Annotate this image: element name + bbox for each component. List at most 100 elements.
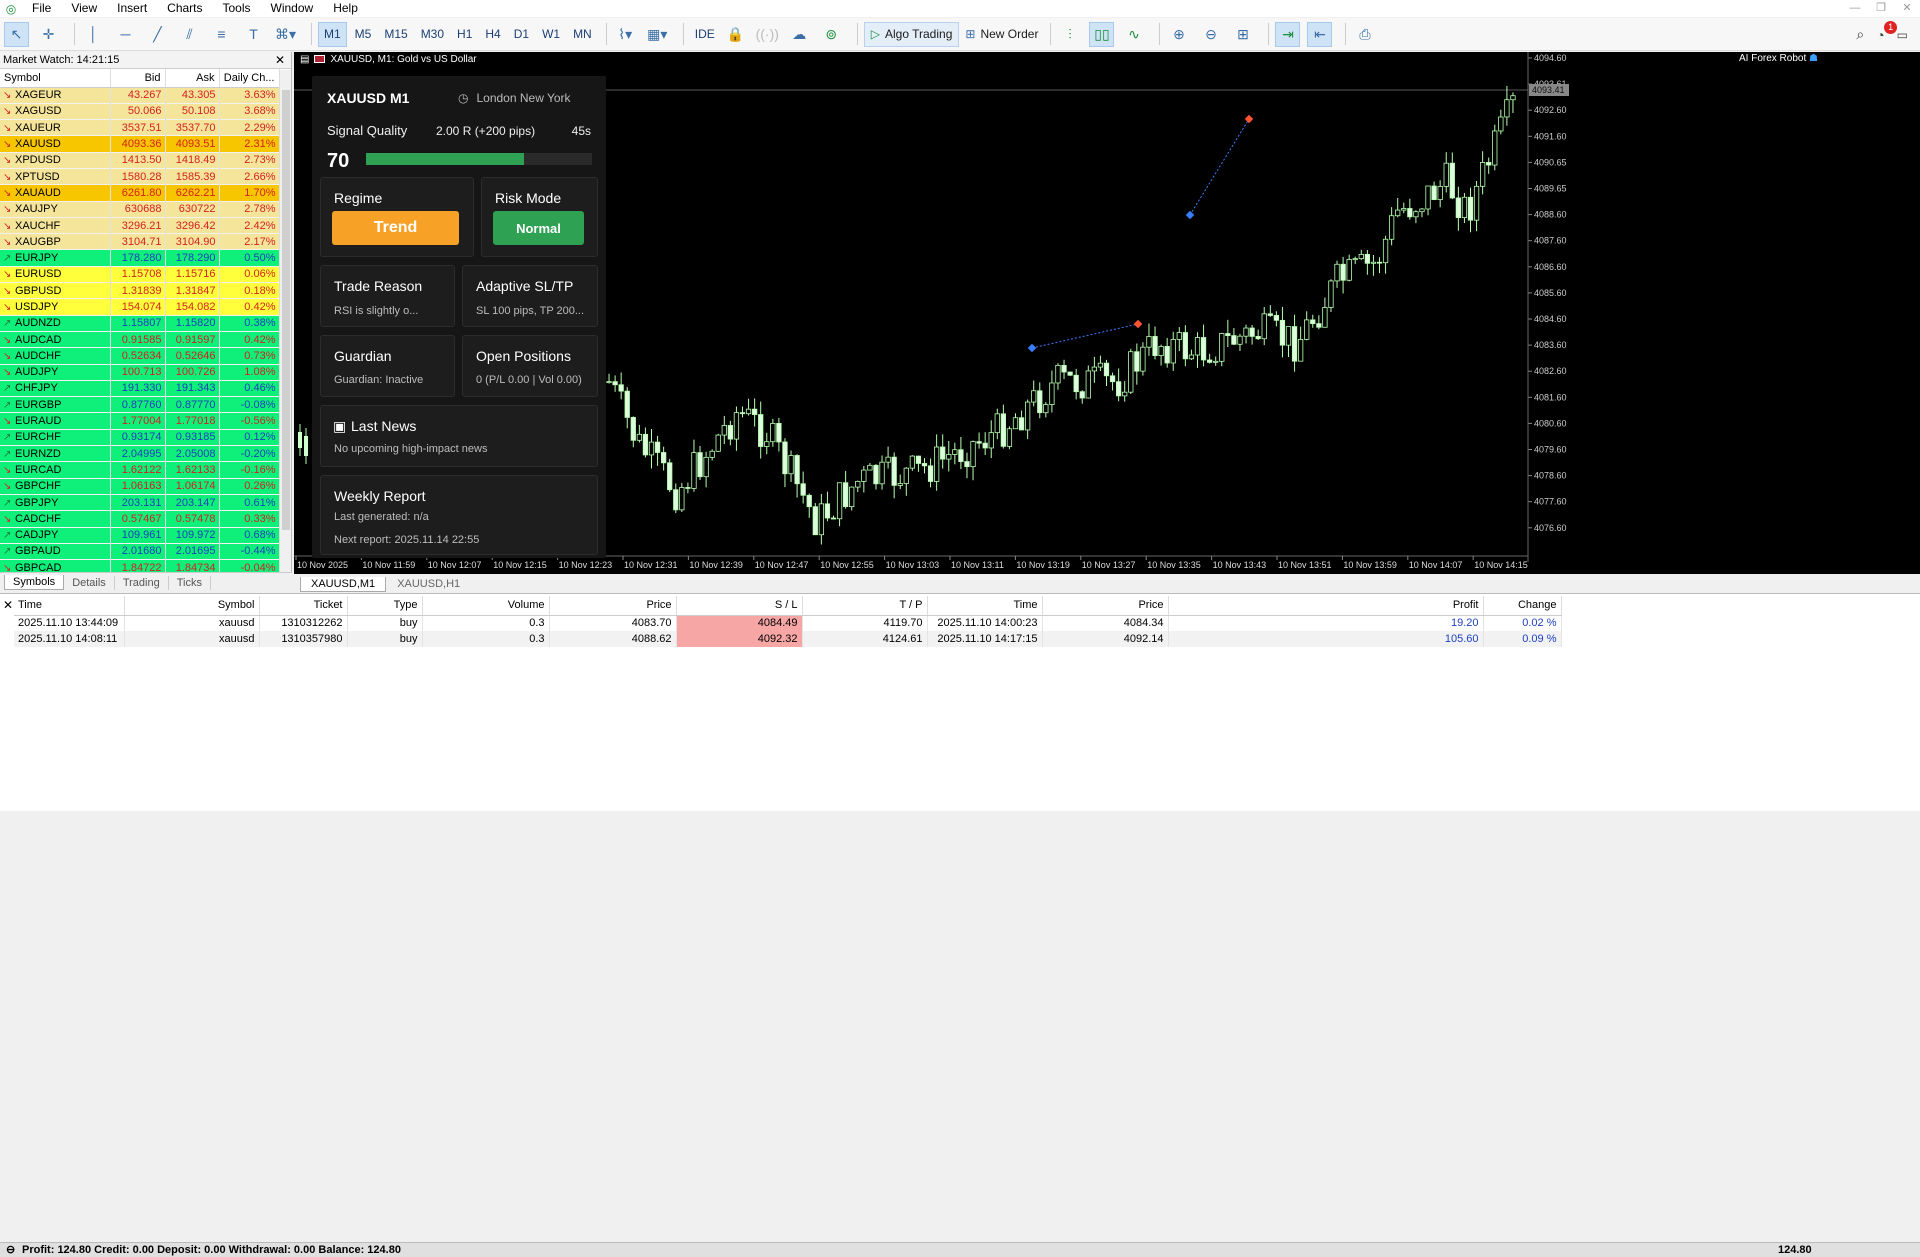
cursor-icon[interactable]: ↖ [4,21,29,47]
channel-icon[interactable]: ⫽ [177,22,202,47]
trade-col-8[interactable]: Time [927,596,1043,616]
market-watch-row[interactable]: ↘ EURCAD 1.62122 1.62133 -0.16% [0,461,280,479]
timeframe-mn[interactable]: MN [568,22,597,47]
restore-icon[interactable]: ❐ [1868,0,1894,17]
new-order-button[interactable]: ⊞ New Order [959,22,1044,47]
trendline-icon[interactable]: ╱ [145,22,170,47]
trade-col-11[interactable]: Change [1483,596,1562,616]
market-watch-row[interactable]: ↘ XAUAUD 6261.80 6262.21 1.70% [0,184,280,202]
market-watch-row[interactable]: ↘ EURUSD 1.15708 1.15716 0.06% [0,266,280,284]
chart-shift-icon[interactable]: ⇤ [1307,21,1333,47]
col-ask[interactable]: Ask [165,69,220,88]
timeframe-d1[interactable]: D1 [509,22,534,47]
market-watch-row[interactable]: ↘ CADCHF 0.57467 0.57478 0.33% [0,510,280,528]
trade-col-3[interactable]: Type [347,596,423,616]
chart-menu-icon[interactable]: ▤ [300,54,309,65]
trade-col-4[interactable]: Volume [422,596,550,616]
market-watch-row[interactable]: ↘ USDJPY 154.074 154.082 0.42% [0,298,280,316]
tab-symbols[interactable]: Symbols [4,575,65,590]
trade-col-0[interactable]: Time [14,596,125,616]
market-watch-row[interactable]: ↘ XAUJPY 630688 630722 2.78% [0,201,280,218]
close-icon[interactable]: ✕ [3,598,13,612]
help-icon[interactable]: ▭ [1897,28,1908,42]
minimize-icon[interactable]: — [1842,0,1868,17]
trade-row[interactable]: 2025.11.10 14:08:11 xauusd 1310357980 buy 0.… [14,631,1562,647]
market-watch-row[interactable]: ↘ GBPUSD 1.31839 1.31847 0.18% [0,282,280,300]
indicators-icon[interactable]: ⌇▾ [613,22,638,47]
timeframe-h4[interactable]: H4 [480,22,505,47]
text-icon[interactable]: T [241,22,266,47]
market-watch-row[interactable]: ↗ CHFJPY 191.330 191.343 0.46% [0,380,280,398]
bar-chart-icon[interactable]: ⫶ [1057,22,1082,47]
shapes-icon[interactable]: ⌘▾ [273,22,298,47]
close-icon[interactable]: ✕ [1894,0,1920,17]
line-chart-icon[interactable]: ∿ [1121,22,1146,47]
trade-row[interactable]: 2025.11.10 13:44:09 xauusd 1310312262 buy 0.… [14,615,1562,631]
market-watch-row[interactable]: ↘ XAUCHF 3296.21 3296.42 2.42% [0,217,280,235]
tab-ticks[interactable]: Ticks [169,575,211,590]
tab-trading[interactable]: Trading [115,575,169,590]
market-watch-row[interactable]: ↗ CADJPY 109.961 109.972 0.68% [0,527,280,544]
market-watch-row[interactable]: ↘ XAGEUR 43.267 43.305 3.63% [0,87,280,104]
trade-col-10[interactable]: Profit [1168,596,1484,616]
auto-scroll-icon[interactable]: ⇥ [1275,21,1301,47]
timeframe-m1[interactable]: M1 [318,21,347,47]
timeframe-m30[interactable]: M30 [416,22,449,47]
close-icon[interactable]: ✕ [275,52,285,69]
signal-icon[interactable]: ((·)) [755,22,780,47]
timeframe-w1[interactable]: W1 [537,22,565,47]
lock-icon[interactable]: 🔒 [723,22,748,47]
chart-tab-m1[interactable]: XAUUSD,M1 [300,577,387,592]
tile-windows-icon[interactable]: ⊞ [1230,22,1255,47]
search-icon[interactable]: ⌕ [1856,26,1864,43]
fibonacci-icon[interactable]: ≡ [209,22,234,47]
trade-col-2[interactable]: Ticket [259,596,348,616]
market-watch-row[interactable]: ↘ XPTUSD 1580.28 1585.39 2.66% [0,168,280,186]
trade-col-5[interactable]: Price [549,596,677,616]
market-watch-row[interactable]: ↘ GBPCHF 1.06163 1.06174 0.26% [0,478,280,495]
market-watch-row[interactable]: ↘ XPDUSD 1413.50 1418.49 2.73% [0,152,280,169]
market-watch-row[interactable]: ↘ XAUGBP 3104.71 3104.90 2.17% [0,233,280,251]
menu-charts[interactable]: Charts [157,0,212,17]
market-watch-row[interactable]: ↗ GBPJPY 203.131 203.147 0.61% [0,494,280,512]
crosshair-icon[interactable]: ✛ [36,22,61,47]
timeframe-h1[interactable]: H1 [452,22,477,47]
col-bid[interactable]: Bid [110,69,166,88]
market-watch-row[interactable]: ↘ EURAUD 1.77004 1.77018 -0.56% [0,412,280,430]
market-watch-row[interactable]: ↘ AUDCAD 0.91585 0.91597 0.42% [0,331,280,349]
market-watch-row[interactable]: ↘ XAUEUR 3537.51 3537.70 2.29% [0,119,280,137]
market-watch-row[interactable]: ↘ AUDJPY 100.713 100.726 1.08% [0,364,280,381]
templates-icon[interactable]: ▦▾ [645,22,670,47]
timeframe-m15[interactable]: M15 [379,22,412,47]
trade-col-9[interactable]: Price [1042,596,1169,616]
market-watch-row[interactable]: ↗ EURNZD 2.04995 2.05008 -0.20% [0,445,280,463]
chart-window[interactable]: 4094.604093.614092.604091.604090.654089.… [294,52,1920,574]
zoom-in-icon[interactable]: ⊕ [1166,22,1191,47]
menu-window[interactable]: Window [261,0,324,17]
timeframe-m5[interactable]: M5 [350,22,377,47]
market-watch-row[interactable]: ↗ EURGBP 0.87760 0.87770 -0.08% [0,396,280,414]
screenshot-icon[interactable]: ⎙ [1352,22,1377,47]
algo-trading-button[interactable]: ▷ Algo Trading [863,21,960,47]
col-daily-change[interactable]: Daily Ch... [219,69,280,88]
trade-col-6[interactable]: S / L [676,596,803,616]
menu-tools[interactable]: Tools [213,0,261,17]
market-watch-row[interactable]: ↗ EURJPY 178.280 178.290 0.50% [0,249,280,267]
tab-details[interactable]: Details [64,575,115,590]
market-watch-row[interactable]: ↘ XAGUSD 50.066 50.108 3.68% [0,103,280,121]
market-watch-row[interactable]: ↘ AUDCHF 0.52634 0.52646 0.73% [0,347,280,365]
ide-button[interactable]: IDE [690,22,720,47]
market-watch-row[interactable]: ↘ XAUUSD 4093.36 4093.51 2.31% [0,135,280,153]
vps-icon[interactable]: ⊚ [819,22,844,47]
candlestick-icon[interactable]: ▯▯ [1089,21,1115,47]
menu-help[interactable]: Help [323,0,368,17]
trade-col-1[interactable]: Symbol [124,596,260,616]
chart-tab-h1[interactable]: XAUUSD,H1 [386,576,471,592]
col-symbol[interactable]: Symbol [0,69,111,88]
menu-view[interactable]: View [61,0,107,17]
menu-file[interactable]: File [22,0,61,17]
trade-col-7[interactable]: T / P [802,596,928,616]
market-watch-row[interactable]: ↗ AUDNZD 1.15807 1.15820 0.38% [0,315,280,332]
market-watch-row[interactable]: ↗ GBPAUD 2.01680 2.01695 -0.44% [0,543,280,561]
vertical-line-icon[interactable]: │ [81,22,106,47]
